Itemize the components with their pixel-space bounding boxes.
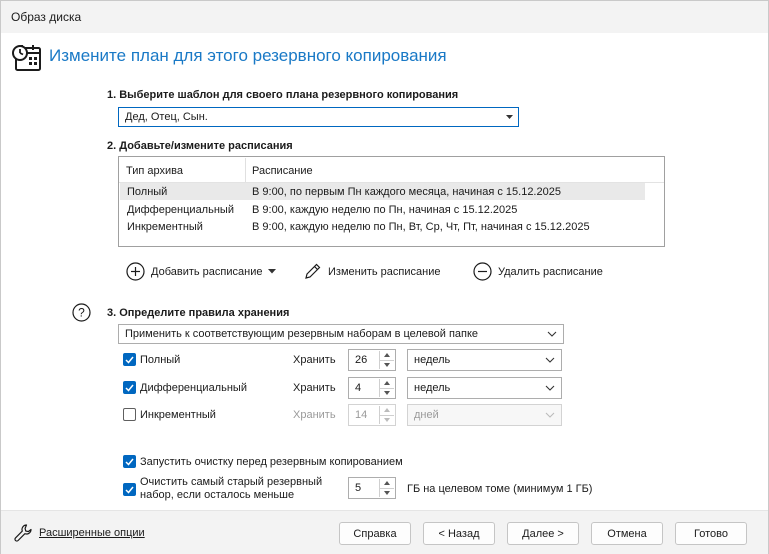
purge-label-line1: Очистить самый старый резервный <box>140 476 323 488</box>
minus-circle-icon <box>473 262 492 281</box>
title-bar: Образ диска <box>1 1 768 33</box>
incremental-retention-checkbox[interactable]: Инкрементный <box>123 408 216 421</box>
full-count-stepper[interactable]: 26 <box>348 349 396 371</box>
pencil-icon <box>305 263 321 279</box>
full-retention-label: Полный <box>140 353 181 366</box>
page-title: Измените план для этого резервного копир… <box>49 46 447 65</box>
window-title: Образ диска <box>11 10 82 24</box>
chevron-down-icon <box>547 331 557 337</box>
plus-circle-icon <box>126 262 145 281</box>
checkbox-checked-icon <box>123 455 136 468</box>
keep-label: Хранить <box>293 409 336 421</box>
differential-count-stepper[interactable]: 4 <box>348 377 396 399</box>
stepper-down-button[interactable] <box>379 360 394 369</box>
incremental-count-value: 14 <box>355 409 368 421</box>
schedule-row-type: Полный <box>127 186 168 198</box>
footer-bar: Расширенные опции Справка < Назад Далее … <box>1 510 768 554</box>
calendar-clock-icon <box>12 45 41 71</box>
caret-down-icon <box>506 115 513 119</box>
checkbox-checked-icon <box>123 381 136 394</box>
schedule-row[interactable]: Дифференциальный В 9:00, каждую неделю п… <box>120 201 645 218</box>
add-schedule-button[interactable]: Добавить расписание <box>126 262 277 281</box>
differential-retention-label: Дифференциальный <box>140 381 247 394</box>
caret-down-icon <box>268 269 277 274</box>
incremental-unit-select: дней <box>407 404 562 426</box>
help-button[interactable]: Справка <box>339 522 411 545</box>
retention-apply-value: Применить к соответствующим резервным на… <box>125 328 479 340</box>
column-separator <box>245 158 246 182</box>
stepper-down-button[interactable] <box>379 488 394 497</box>
full-count-value: 26 <box>355 354 368 366</box>
purge-threshold-value: 5 <box>355 482 362 494</box>
checkbox-checked-icon <box>123 483 136 496</box>
schedule-list[interactable]: Тип архива Расписание Полный В 9:00, по … <box>118 156 665 247</box>
delete-schedule-label: Удалить расписание <box>498 265 603 278</box>
differential-unit-select[interactable]: недель <box>407 377 562 399</box>
incremental-retention-label: Инкрементный <box>140 408 216 421</box>
help-icon[interactable]: ? <box>72 303 91 322</box>
schedule-row-type: Дифференциальный <box>127 204 234 216</box>
next-button[interactable]: Далее > <box>507 522 579 545</box>
differential-retention-checkbox[interactable]: Дифференциальный <box>123 381 247 394</box>
column-header-type[interactable]: Тип архива <box>126 165 183 177</box>
incremental-count-stepper: 14 <box>348 404 396 426</box>
advanced-options-label: Расширенные опции <box>39 527 145 539</box>
step1-label: 1. Выберите шаблон для своего плана резе… <box>107 89 459 101</box>
schedule-row[interactable]: Полный В 9:00, по первым Пн каждого меся… <box>120 183 645 200</box>
schedule-row-type: Инкрементный <box>127 221 203 233</box>
full-unit-value: недель <box>414 354 451 366</box>
edit-schedule-label: Изменить расписание <box>328 265 441 278</box>
purge-threshold-stepper[interactable]: 5 <box>348 477 396 499</box>
stepper-up-button[interactable] <box>379 379 394 388</box>
schedule-row-schedule: В 9:00, каждую неделю по Пн, начиная с 1… <box>252 204 518 216</box>
finish-button[interactable]: Готово <box>675 522 747 545</box>
chevron-down-icon <box>545 385 555 391</box>
checkbox-unchecked-icon <box>123 408 136 421</box>
edit-schedule-button[interactable]: Изменить расписание <box>303 262 440 281</box>
schedule-row[interactable]: Инкрементный В 9:00, каждую неделю по Пн… <box>120 218 645 235</box>
stepper-up-button[interactable] <box>379 479 394 488</box>
cleanup-before-backup-label: Запустить очистку перед резервным копиро… <box>140 455 403 468</box>
stepper-up-button <box>379 406 394 415</box>
add-schedule-label: Добавить расписание <box>151 265 263 278</box>
schedule-row-schedule: В 9:00, каждую неделю по Пн, Вт, Ср, Чт,… <box>252 221 590 233</box>
step2-label: 2. Добавьте/измените расписания <box>107 140 293 152</box>
full-retention-checkbox[interactable]: Полный <box>123 353 180 366</box>
checkbox-checked-icon <box>123 353 136 366</box>
stepper-up-button[interactable] <box>379 351 394 360</box>
template-select[interactable]: Дед, Отец, Сын. <box>118 107 519 127</box>
svg-text:?: ? <box>78 306 85 320</box>
step3-label: 3. Определите правила хранения <box>107 307 290 319</box>
advanced-options-link[interactable]: Расширенные опции <box>13 523 145 543</box>
purge-threshold-suffix: ГБ на целевом томе (минимум 1 ГБ) <box>407 483 593 495</box>
stepper-down-button <box>379 415 394 424</box>
schedule-row-schedule: В 9:00, по первым Пн каждого месяца, нач… <box>252 186 561 198</box>
differential-unit-value: недель <box>414 382 451 394</box>
purge-oldest-checkbox[interactable] <box>123 483 140 496</box>
schedule-list-header: Тип архива Расписание <box>119 157 664 183</box>
differential-count-value: 4 <box>355 382 362 394</box>
template-select-value: Дед, Отец, Сын. <box>125 111 208 123</box>
delete-schedule-button[interactable]: Удалить расписание <box>473 262 603 281</box>
chevron-down-icon <box>545 412 555 418</box>
incremental-unit-value: дней <box>414 409 439 421</box>
keep-label: Хранить <box>293 354 336 366</box>
back-button[interactable]: < Назад <box>423 522 495 545</box>
full-unit-select[interactable]: недель <box>407 349 562 371</box>
retention-apply-select[interactable]: Применить к соответствующим резервным на… <box>118 324 564 344</box>
chevron-down-icon <box>545 357 555 363</box>
column-header-schedule[interactable]: Расписание <box>252 165 313 177</box>
purge-label-line2: набор, если осталось меньше <box>140 489 295 501</box>
cleanup-before-backup-checkbox[interactable]: Запустить очистку перед резервным копиро… <box>123 455 403 468</box>
wrench-icon <box>14 524 32 542</box>
keep-label: Хранить <box>293 382 336 394</box>
cancel-button[interactable]: Отмена <box>591 522 663 545</box>
dialog-window: Образ диска Измените план для этого резе… <box>0 0 769 554</box>
stepper-down-button[interactable] <box>379 388 394 397</box>
purge-oldest-label: Очистить самый старый резервный набор, е… <box>140 476 322 502</box>
